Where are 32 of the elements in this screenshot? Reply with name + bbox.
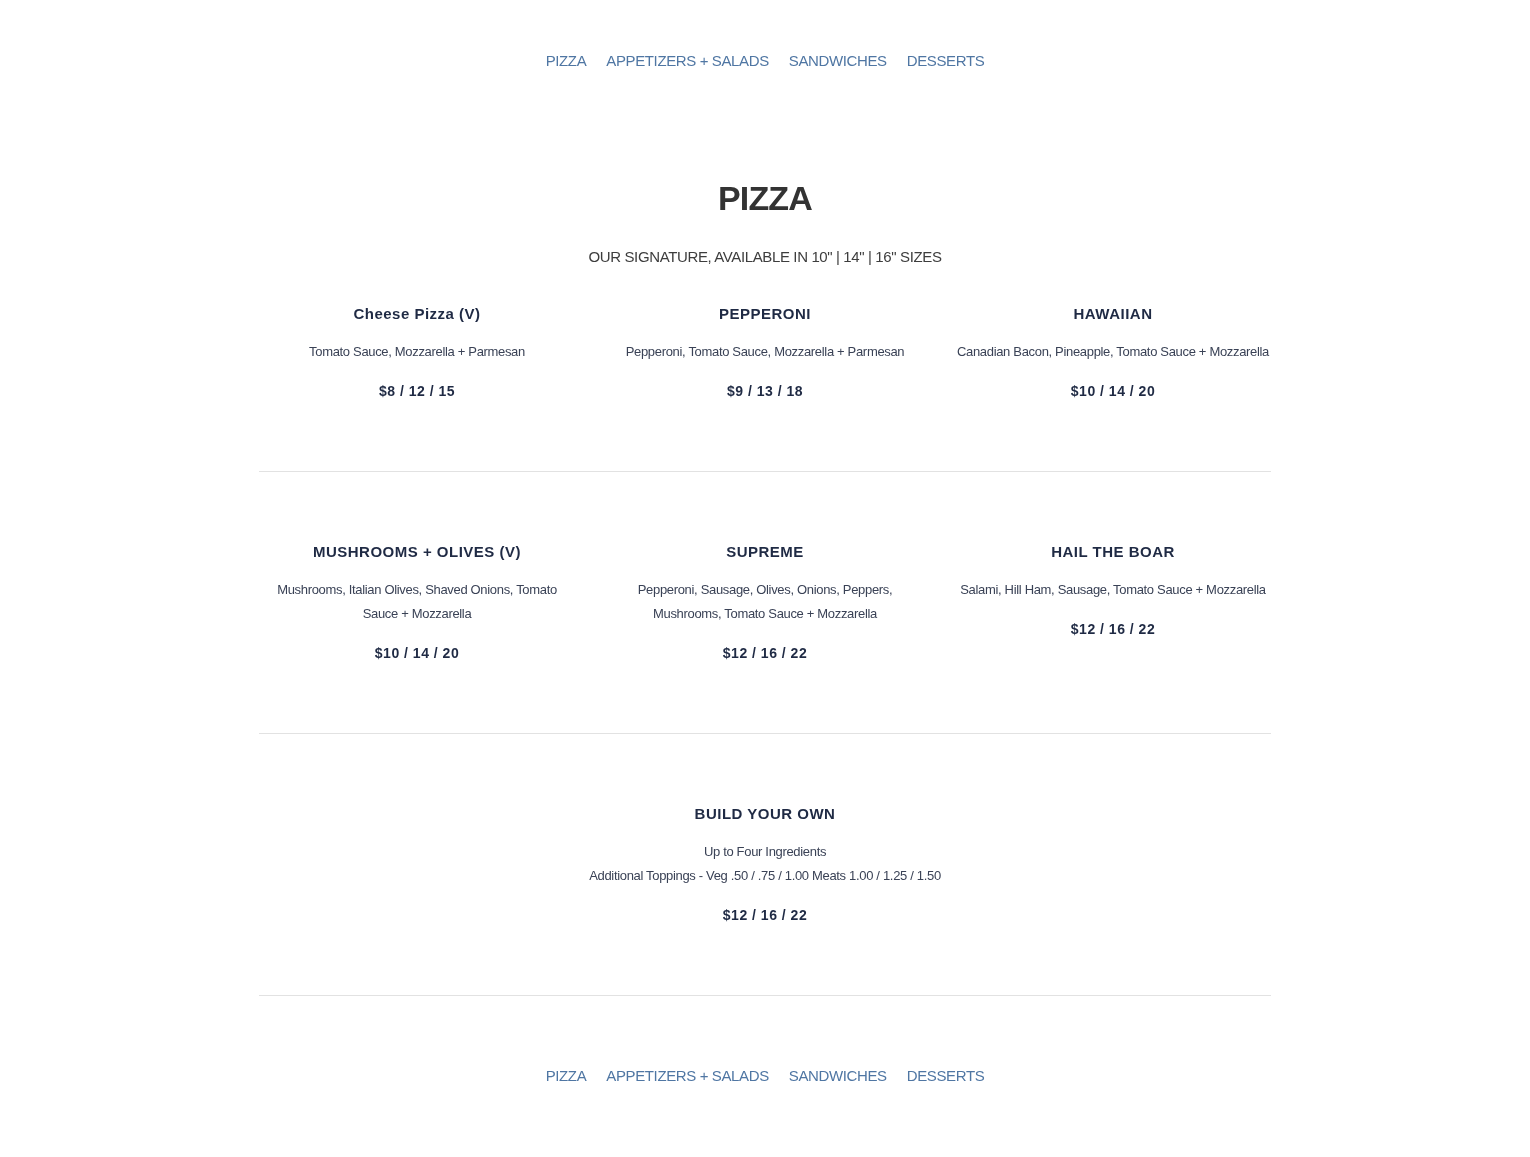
item-price: $9 / 13 / 18 (726, 382, 804, 401)
nav-link[interactable]: APPETIZERS + SALADS (606, 49, 769, 73)
item-price: $10 / 14 / 20 (1070, 382, 1156, 401)
item-description: Salami, Hill Ham, Sausage, Tomato Sauce + Mozzarella (960, 581, 1266, 599)
item-description: Pepperoni, Sausage, Olives, Onions, Peppers, Mushrooms, Tomato Sauce + Mozzarella (636, 581, 894, 623)
item-price: $12 / 16 / 22 (722, 906, 808, 925)
nav-link[interactable]: APPETIZERS + SALADS (606, 1064, 769, 1088)
item-price: $10 / 14 / 20 (374, 644, 460, 663)
item-description: Up to Four Ingredients (703, 843, 827, 861)
item-price: $12 / 16 / 22 (1070, 620, 1156, 639)
item-name: Cheese Pizza (V) (353, 304, 481, 324)
item-name: BUILD YOUR OWN (694, 804, 836, 824)
item-name: SUPREME (726, 542, 804, 562)
section-title: PIZZA (718, 178, 812, 219)
nav-link[interactable]: DESSERTS (906, 49, 985, 73)
item-name: HAWAIIAN (1073, 304, 1153, 324)
nav-link[interactable]: DESSERTS (906, 1064, 985, 1088)
item-description: Canadian Bacon, Pineapple, Tomato Sauce + Mozzarella (956, 343, 1269, 361)
nav-link[interactable]: PIZZA (545, 49, 587, 73)
section-subtitle: OUR SIGNATURE, AVAILABLE IN 10" | 14" | 16" SIZES (588, 247, 942, 267)
nav-link[interactable]: SANDWICHES (788, 49, 887, 73)
item-description: Tomato Sauce, Mozzarella + Parmesan (309, 343, 525, 361)
item-name: HAIL THE BOAR (1051, 542, 1175, 562)
item-name: PEPPERONI (719, 304, 811, 324)
item-description: Additional Toppings - Veg .50 / .75 / 1.00 Meats 1.00 / 1.25 / 1.50 (589, 867, 941, 885)
nav-link[interactable]: PIZZA (545, 1064, 587, 1088)
item-description: Mushrooms, Italian Olives, Shaved Onions, Tomato Sauce + Mozzarella (276, 581, 558, 623)
item-price: $12 / 16 / 22 (722, 644, 808, 663)
item-price: $8 / 12 / 15 (378, 382, 456, 401)
item-description: Pepperoni, Tomato Sauce, Mozzarella + Parmesan (625, 343, 905, 361)
nav-link[interactable]: SANDWICHES (788, 1064, 887, 1088)
item-name: MUSHROOMS + OLIVES (V) (312, 542, 522, 562)
